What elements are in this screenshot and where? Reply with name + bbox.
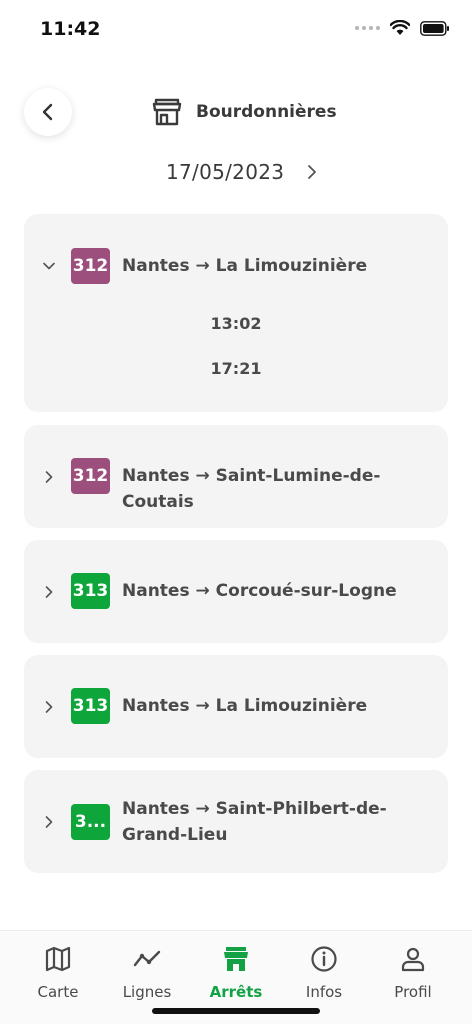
tab-label: Arrêts [209, 983, 263, 1001]
tab-arrets[interactable]: Arrêts [189, 945, 283, 1001]
line-badge: 3... [71, 804, 110, 840]
back-button[interactable] [24, 88, 72, 136]
date-value: 17/05/2023 [166, 160, 285, 184]
tab-label: Profil [394, 983, 432, 1001]
departure-time: 13:02 [210, 314, 262, 333]
chevron-right-icon [45, 816, 53, 828]
chevron-down-icon [43, 262, 55, 270]
line-card[interactable]: 313 Nantes → Corcoué-sur-Logne [24, 540, 448, 643]
chevron-right-icon [45, 471, 53, 483]
line-badge: 312 [71, 248, 110, 284]
line-badge: 313 [71, 688, 110, 724]
user-icon [401, 947, 425, 972]
battery-icon [420, 20, 449, 36]
line-destination: Nantes → Saint-Lumine-de-Coutais [122, 466, 381, 512]
line-card[interactable]: 313 Nantes → La Limouzinière [24, 655, 448, 758]
next-date-button[interactable] [302, 162, 322, 182]
wifi-icon [390, 20, 410, 35]
line-destination: Nantes → Corcoué-sur-Logne [122, 581, 397, 601]
stop-name: Bourdonnières [196, 102, 337, 122]
chevron-right-icon [45, 586, 53, 598]
header: Bourdonnières [0, 84, 472, 144]
line-destination: Nantes → Saint-Philbert-de-Grand-Lieu [122, 799, 387, 845]
store-icon [224, 947, 248, 971]
info-icon [311, 946, 337, 972]
line-destination: Nantes → La Limouzinière [122, 696, 368, 716]
tab-label: Lignes [122, 983, 172, 1001]
tab-label: Infos [305, 983, 343, 1001]
stop-title: Bourdonnières [152, 98, 337, 126]
tab-carte[interactable]: Carte [11, 945, 105, 1001]
line-card[interactable]: 312 Nantes → Saint-Lumine-de-Coutais [24, 425, 448, 528]
departure-time: 17:21 [210, 359, 262, 378]
home-indicator [152, 1008, 320, 1014]
line-badge: 312 [71, 458, 110, 494]
signal-icon [355, 26, 380, 30]
line-card[interactable]: 312 Nantes → La Limouzinière 13:02 17:21 [24, 214, 448, 412]
store-icon [152, 98, 182, 126]
line-destination: Nantes → La Limouzinière [122, 256, 368, 276]
line-badge: 313 [71, 573, 110, 609]
chevron-left-icon [42, 103, 53, 121]
tab-lignes[interactable]: Lignes [100, 945, 194, 1001]
tab-infos[interactable]: Infos [277, 945, 371, 1001]
line-chart-icon [133, 950, 161, 967]
tab-label: Carte [37, 983, 79, 1001]
line-card[interactable]: 3... Nantes → Saint-Philbert-de-Grand-Li… [24, 770, 448, 873]
status-time: 11:42 [40, 18, 101, 40]
status-bar: 11:42 [0, 0, 472, 56]
map-icon [45, 946, 71, 972]
status-indicators [355, 20, 450, 36]
date-selector: 17/05/2023 [0, 158, 472, 188]
chevron-right-icon [45, 701, 53, 713]
tab-profil[interactable]: Profil [366, 945, 460, 1001]
